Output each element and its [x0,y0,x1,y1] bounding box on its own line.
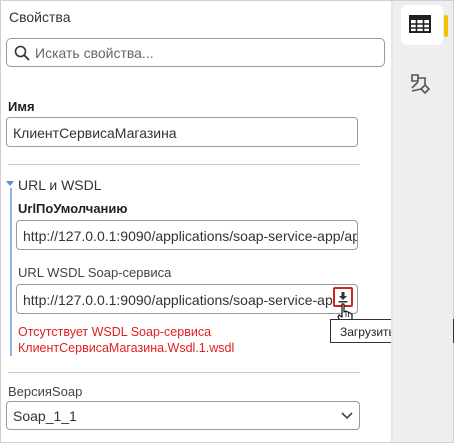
default-url-field[interactable]: http://127.0.0.1:9090/applications/soap-… [16,220,358,250]
search-box[interactable] [6,38,385,67]
wsdl-url-label: URL WSDL Soap-сервиса [18,265,172,280]
search-icon [14,45,30,61]
name-field[interactable]: КлиентСервисаМагазина [6,117,358,147]
default-url-value: http://127.0.0.1:9090/applications/soap-… [23,228,358,244]
name-value: КлиентСервисаМагазина [13,125,177,141]
download-icon [338,292,348,303]
panel-title: Свойства [9,9,71,25]
properties-panel: Свойства Имя КлиентСервисаМагазина URL и… [1,1,392,442]
group-indicator-line [10,188,12,356]
default-url-label: UrlПоУмолчанию [18,201,128,216]
url-group-title[interactable]: URL и WSDL [18,177,102,193]
active-marker [444,15,448,37]
flow-icon[interactable] [409,71,435,97]
soap-version-label: ВерсияSoap [8,384,83,399]
chevron-down-icon [341,412,353,420]
right-sidebar [393,1,453,442]
table-icon [409,15,431,33]
name-label: Имя [8,99,35,114]
wsdl-url-value: http://127.0.0.1:9090/applications/soap-… [23,292,333,308]
error-line-2: КлиентСервисаМагазина.Wsdl.1.wsdl [18,341,235,355]
soap-version-select[interactable]: Soap_1_1 [6,401,360,430]
error-line-1: Отсутствует WSDL Soap-сервиса [18,325,212,339]
divider [8,164,360,165]
wsdl-url-field[interactable]: http://127.0.0.1:9090/applications/soap-… [16,284,358,314]
sidebar-item-properties[interactable] [401,5,448,45]
chevron-down-icon[interactable] [6,181,14,186]
wsdl-error-message: Отсутствует WSDL Soap-сервиса КлиентСерв… [18,324,234,356]
divider [8,372,360,373]
soap-version-value: Soap_1_1 [13,408,77,424]
search-input[interactable] [35,42,375,63]
